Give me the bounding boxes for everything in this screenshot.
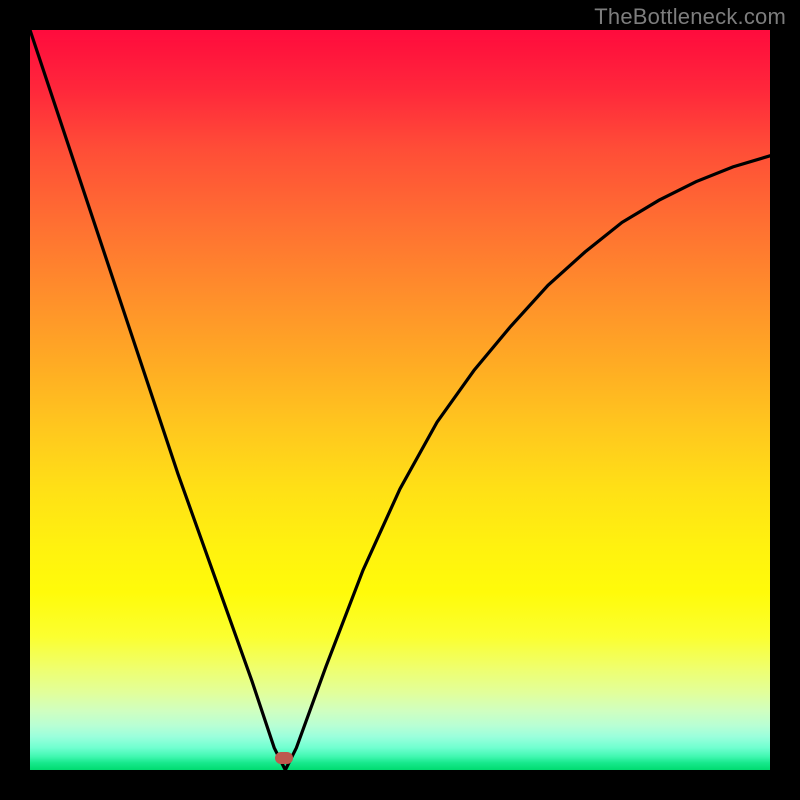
watermark-text: TheBottleneck.com xyxy=(594,4,786,30)
bottleneck-curve xyxy=(30,30,770,770)
chart-frame: TheBottleneck.com xyxy=(0,0,800,800)
optimal-point-marker xyxy=(275,752,293,764)
plot-area xyxy=(30,30,770,770)
